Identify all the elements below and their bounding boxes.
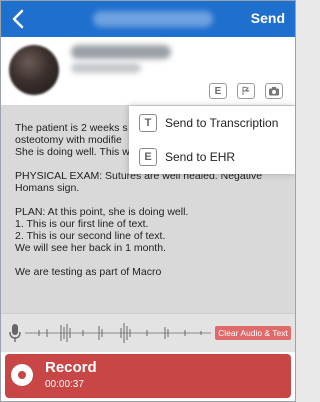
- chevron-left-icon: [12, 9, 24, 29]
- patient-info-redacted: [71, 63, 141, 73]
- audio-waveform: [25, 323, 211, 343]
- note-plan-item: 1. This is our first line of text.: [15, 218, 149, 230]
- ehr-menu-icon: E: [139, 148, 157, 166]
- app-frame: Send E The patient is 2 weeks s osteotom…: [0, 0, 296, 402]
- clear-audio-text-button[interactable]: Clear Audio & Text: [215, 326, 291, 340]
- patient-name-redacted: [71, 45, 171, 59]
- send-menu: T Send to Transcription E Send to EHR: [129, 106, 295, 174]
- menu-item-label: Send to EHR: [165, 150, 236, 164]
- record-icon: [11, 364, 33, 386]
- back-button[interactable]: [7, 7, 29, 31]
- note-macro: We are testing as part of Macro: [15, 266, 162, 278]
- note-plan-item: 2. This is our second line of text.: [15, 230, 166, 242]
- flag-icon: [242, 86, 250, 95]
- transcription-icon: T: [139, 114, 157, 132]
- patient-header: E: [1, 37, 295, 106]
- microphone-icon: [9, 324, 21, 342]
- patient-title-redacted: [93, 11, 213, 27]
- text-icon[interactable]: [237, 83, 255, 99]
- audio-bar: Clear Audio & Text: [1, 313, 295, 352]
- record-button[interactable]: Record 00:00:37: [5, 354, 291, 398]
- header-bar: Send: [1, 1, 295, 37]
- avatar: [9, 45, 59, 95]
- menu-item-send-to-transcription[interactable]: T Send to Transcription: [129, 106, 295, 140]
- ehr-icon[interactable]: E: [209, 83, 227, 99]
- camera-icon[interactable]: [265, 83, 283, 99]
- note-plan: PLAN: At this point, she is doing well.: [15, 206, 189, 218]
- record-timer: 00:00:37: [45, 379, 84, 390]
- menu-item-label: Send to Transcription: [165, 116, 279, 130]
- note-followup: We will see her back in 1 month.: [15, 242, 166, 254]
- camera-glyph-icon: [269, 87, 279, 96]
- send-button[interactable]: Send: [251, 10, 285, 26]
- record-label: Record: [45, 359, 97, 376]
- menu-item-send-to-ehr[interactable]: E Send to EHR: [129, 140, 295, 174]
